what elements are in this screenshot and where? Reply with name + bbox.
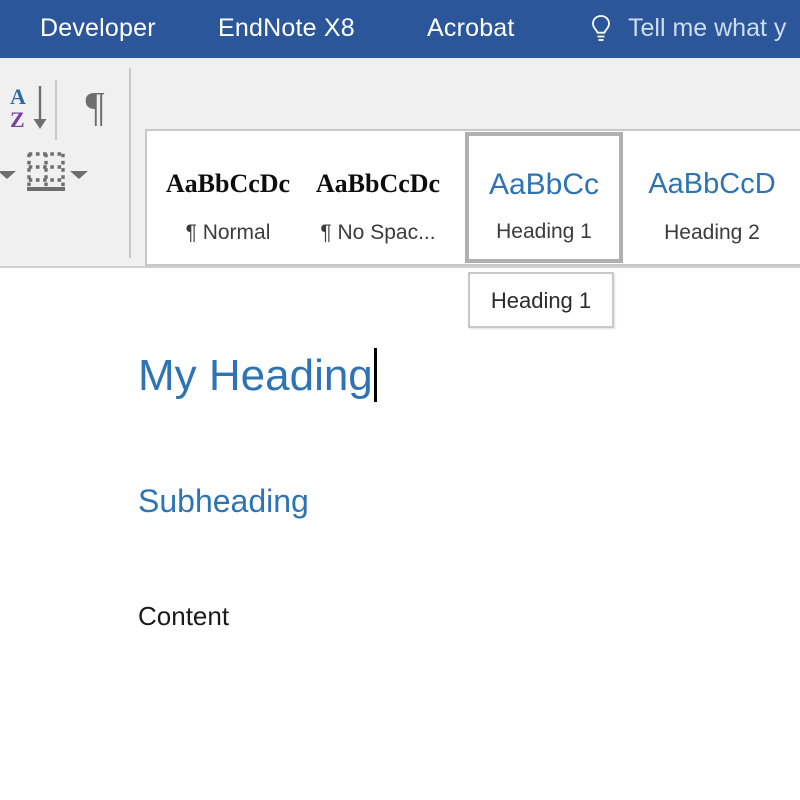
tab-acrobat[interactable]: Acrobat [427, 11, 515, 45]
word-window: Developer EndNote X8 Acrobat Tell me wha… [0, 0, 800, 800]
style-item-no-spacing[interactable]: AaBbCcDc ¶ No Spac... [303, 135, 453, 260]
bottom-border-icon[interactable] [27, 152, 65, 194]
svg-text:Z: Z [10, 107, 25, 132]
tell-me-search-box[interactable]: Tell me what y [628, 11, 786, 45]
group-separator [129, 68, 131, 258]
style-preview: AaBbCcDc [315, 169, 441, 198]
style-preview: AaBbCcD [648, 169, 776, 199]
document-canvas[interactable]: My Heading Subheading Content [0, 270, 800, 800]
style-item-heading-1[interactable]: AaBbCc Heading 1 [465, 132, 623, 263]
ribbon-body: A Z ¶ AaBbCcDc ¶ Normal AaBbCcDc ¶ No Sp… [0, 58, 800, 310]
document-heading-2[interactable]: Subheading [138, 482, 309, 520]
style-label: ¶ Normal [185, 221, 271, 244]
document-heading-1[interactable]: My Heading [138, 350, 373, 402]
style-item-heading-2[interactable]: AaBbCcD Heading 2 [637, 135, 787, 260]
style-label: Heading 2 [664, 221, 760, 244]
style-tooltip: Heading 1 [468, 272, 614, 328]
style-tooltip-label: Heading 1 [490, 288, 592, 313]
style-label: ¶ No Spac... [320, 221, 436, 244]
style-item-normal[interactable]: AaBbCcDc ¶ Normal [153, 135, 303, 260]
borders-dropdown-chevron-down-icon[interactable] [70, 171, 88, 179]
style-preview: AaBbCc [488, 170, 600, 200]
tab-developer[interactable]: Developer [40, 11, 156, 45]
style-preview: AaBbCcDc [165, 169, 291, 198]
pilcrow-icon[interactable]: ¶ [72, 82, 118, 136]
text-cursor [374, 348, 377, 402]
paragraph-group: A Z ¶ [0, 58, 131, 266]
svg-text:A: A [10, 84, 26, 109]
styles-gallery[interactable]: AaBbCcDc ¶ Normal AaBbCcDc ¶ No Spac... … [145, 129, 800, 266]
document-body-text[interactable]: Content [138, 600, 229, 632]
lightbulb-icon[interactable] [588, 14, 614, 44]
sort-az-icon[interactable]: A Z [8, 82, 54, 136]
shading-dropdown-chevron-down-icon[interactable] [0, 171, 16, 179]
ribbon-tab-bar: Developer EndNote X8 Acrobat Tell me wha… [0, 0, 800, 58]
toolbar-separator [55, 80, 57, 140]
tab-endnote-x8[interactable]: EndNote X8 [218, 11, 355, 45]
style-label: Heading 1 [496, 220, 592, 243]
